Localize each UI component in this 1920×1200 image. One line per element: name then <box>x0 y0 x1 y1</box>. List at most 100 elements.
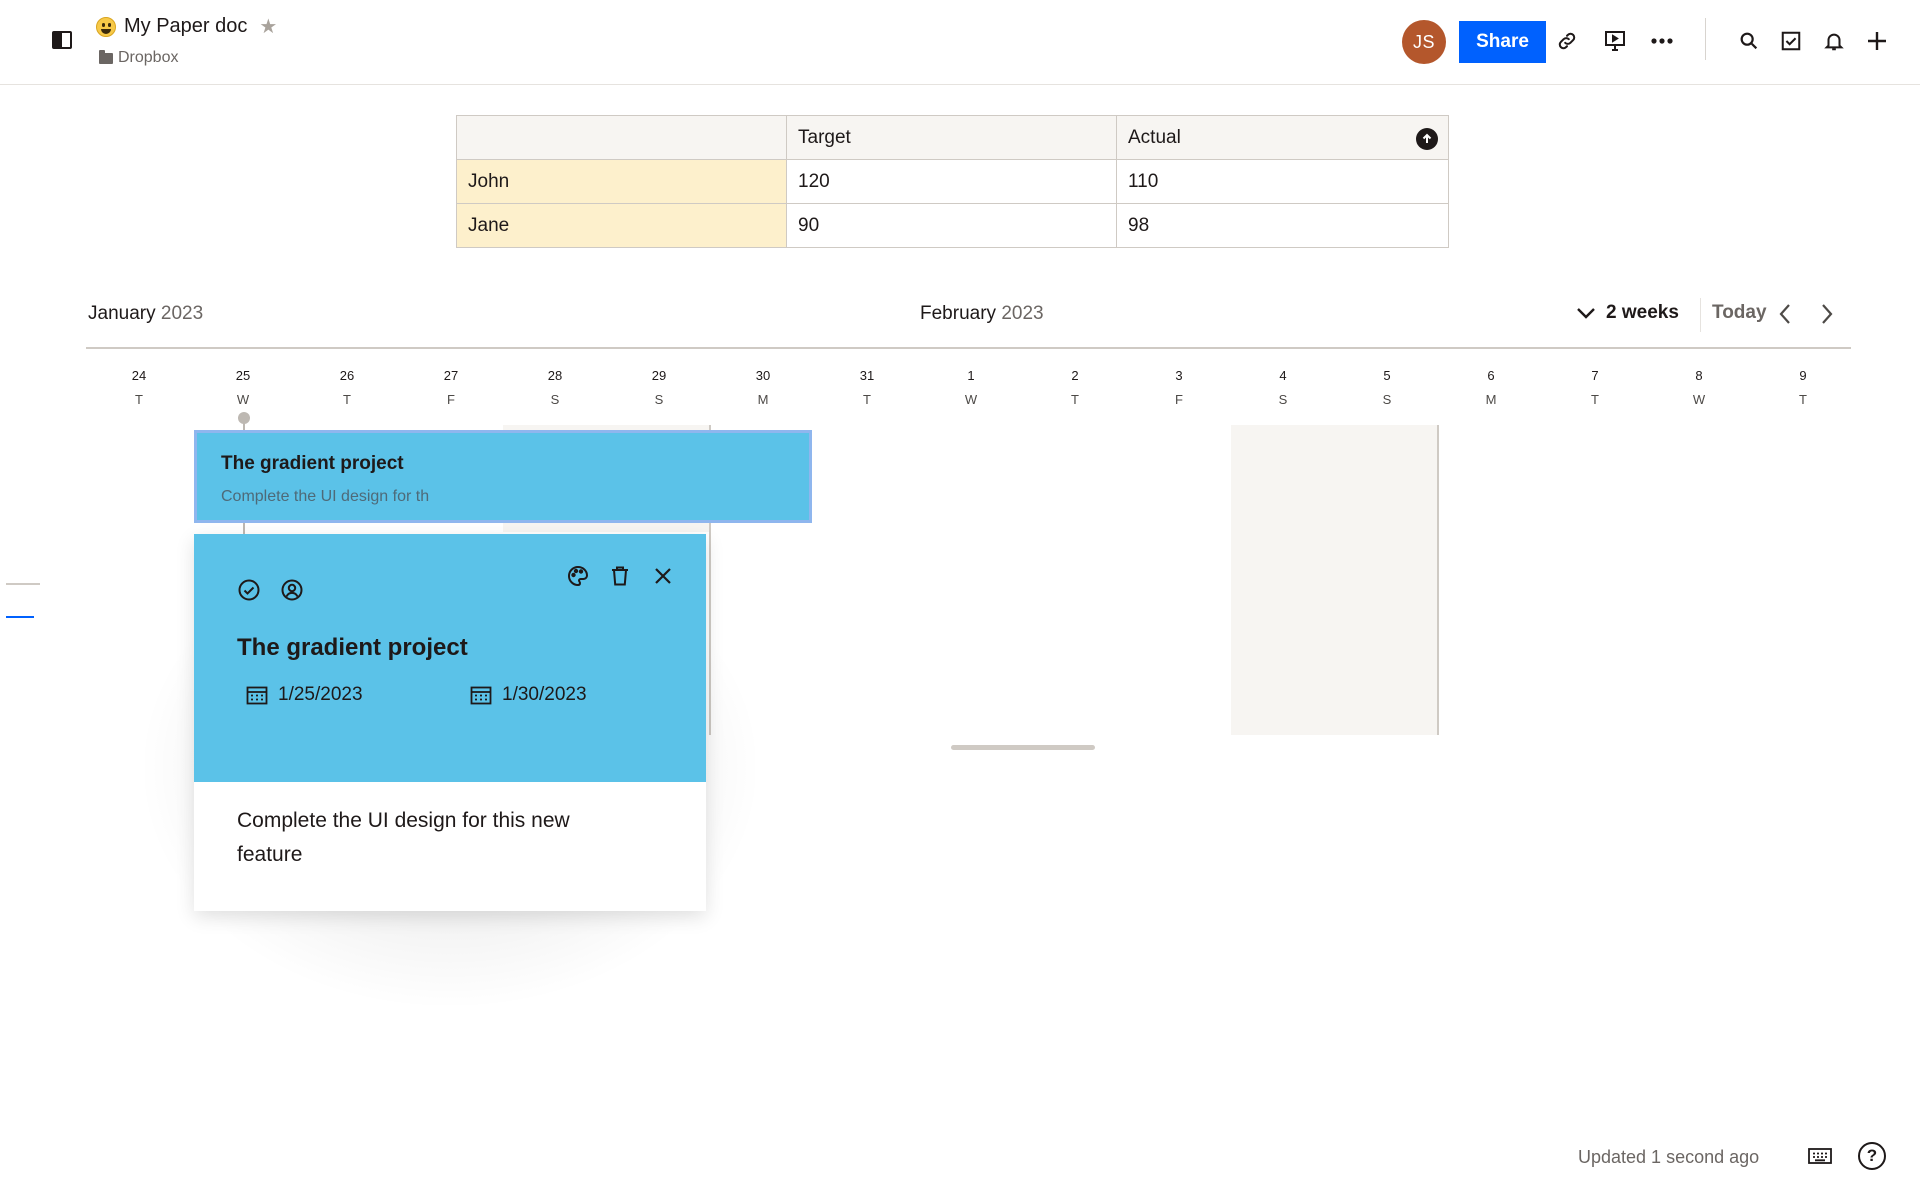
star-icon[interactable]: ★ <box>259 17 277 37</box>
table-header-cell[interactable]: Actual <box>1116 115 1449 160</box>
table-cell[interactable]: Jane <box>456 203 787 248</box>
check-circle-icon[interactable] <box>235 576 263 604</box>
day-number: 9 <box>1799 368 1807 383</box>
task-bar-subtitle: Complete the UI design for th <box>221 488 430 505</box>
update-status: Updated 1 second ago <box>1578 1147 1760 1167</box>
range-divider <box>1700 298 1701 332</box>
day-column[interactable]: 31 T <box>847 368 887 407</box>
table-cell[interactable]: John <box>456 159 787 204</box>
day-number: 3 <box>1175 368 1183 383</box>
day-of-week: F <box>1175 392 1183 407</box>
range-label: 2 weeks <box>1606 302 1679 323</box>
doc-emoji-icon[interactable] <box>96 16 116 37</box>
day-column[interactable]: 6M <box>1471 368 1511 407</box>
day-of-week: S <box>1382 392 1392 407</box>
day-number: 31 <box>859 368 875 383</box>
present-icon[interactable] <box>1600 26 1630 56</box>
day-of-week: S <box>550 392 560 407</box>
trash-icon[interactable] <box>606 562 634 590</box>
grid-line <box>1437 425 1439 735</box>
share-button[interactable]: Share <box>1459 21 1546 63</box>
day-column[interactable]: 26 T <box>327 368 367 407</box>
card-description[interactable]: Complete the UI design for this new feat… <box>237 804 637 872</box>
doc-title[interactable]: My Paper doc <box>124 15 247 38</box>
start-date-value: 1/25/2023 <box>278 684 363 705</box>
task-bar-title: The gradient project <box>221 453 404 474</box>
day-column[interactable]: 4S <box>1263 368 1303 407</box>
day-number: 25 <box>235 368 251 383</box>
palette-icon[interactable] <box>564 562 592 590</box>
timeline-rule <box>86 347 1851 349</box>
day-of-week: M <box>1485 392 1497 407</box>
day-column[interactable]: 9T <box>1783 368 1823 407</box>
day-column[interactable]: 25 W <box>223 368 263 407</box>
table-row: Jane 90 98 <box>456 203 1449 248</box>
tasks-icon[interactable] <box>1776 26 1806 56</box>
task-bar[interactable]: The gradient project Complete the UI des… <box>194 430 812 523</box>
table-header-cell[interactable] <box>456 115 787 160</box>
day-column[interactable]: 29 S <box>639 368 679 407</box>
day-number: 4 <box>1279 368 1287 383</box>
doc-title-row: My Paper doc ★ <box>96 15 277 38</box>
day-of-week: T <box>1799 392 1807 407</box>
day-column[interactable]: 2T <box>1055 368 1095 407</box>
day-of-week: F <box>447 392 455 407</box>
bell-icon[interactable] <box>1819 26 1849 56</box>
today-button[interactable]: Today <box>1712 302 1767 324</box>
search-icon[interactable] <box>1734 26 1764 56</box>
card-title[interactable]: The gradient project <box>237 634 468 662</box>
day-column[interactable]: 7T <box>1575 368 1615 407</box>
outline-marker[interactable] <box>6 583 40 585</box>
sidebar-toggle-icon[interactable] <box>52 31 72 49</box>
table-cell[interactable]: 98 <box>1116 203 1449 248</box>
day-number: 27 <box>443 368 459 383</box>
day-number: 26 <box>339 368 355 383</box>
day-number: 5 <box>1383 368 1391 383</box>
day-of-week: T <box>1071 392 1079 407</box>
outline-marker-active[interactable] <box>6 616 34 618</box>
day-column[interactable]: 1W <box>951 368 991 407</box>
end-date[interactable]: 1/30/2023 <box>470 684 587 706</box>
link-icon[interactable] <box>1552 26 1582 56</box>
more-icon[interactable] <box>1647 26 1677 56</box>
month-year: 2023 <box>1001 303 1044 324</box>
chevron-left-icon[interactable] <box>1778 303 1792 330</box>
day-number: 1 <box>967 368 975 383</box>
table-cell[interactable]: 120 <box>786 159 1117 204</box>
day-number: 29 <box>651 368 667 383</box>
table-cell[interactable]: 90 <box>786 203 1117 248</box>
assignee-icon[interactable] <box>278 576 306 604</box>
day-column[interactable]: 24 T <box>119 368 159 407</box>
close-icon[interactable] <box>649 562 677 590</box>
day-column[interactable]: 5S <box>1367 368 1407 407</box>
sort-up-icon[interactable] <box>1416 128 1438 150</box>
range-selector[interactable]: 2 weeks <box>1576 302 1679 324</box>
day-number: 2 <box>1071 368 1079 383</box>
toolbar-divider <box>1705 18 1706 60</box>
end-date-value: 1/30/2023 <box>502 684 587 705</box>
day-number: 24 <box>131 368 147 383</box>
chevron-right-icon[interactable] <box>1820 303 1834 330</box>
horizontal-scrollbar[interactable] <box>951 745 1095 750</box>
month-name: February <box>920 303 997 324</box>
day-column[interactable]: 30 M <box>743 368 783 407</box>
weekend-shade <box>1231 425 1438 735</box>
day-of-week: W <box>236 392 250 407</box>
table-row: John 120 110 <box>456 159 1449 204</box>
day-column[interactable]: 28 S <box>535 368 575 407</box>
day-column[interactable]: 27 F <box>431 368 471 407</box>
day-of-week: M <box>757 392 769 407</box>
keyboard-icon[interactable] <box>1808 1147 1832 1170</box>
table-header-cell[interactable]: Target <box>786 115 1117 160</box>
add-icon[interactable] <box>1862 26 1892 56</box>
folder-icon <box>99 49 113 64</box>
breadcrumb[interactable]: Dropbox <box>99 49 178 67</box>
avatar[interactable]: JS <box>1402 20 1446 64</box>
table-cell[interactable]: 110 <box>1116 159 1449 204</box>
help-icon[interactable]: ? <box>1858 1142 1886 1170</box>
start-date[interactable]: 1/25/2023 <box>246 684 363 706</box>
table-header-row: Target Actual <box>456 115 1449 160</box>
day-number: 6 <box>1487 368 1495 383</box>
day-column[interactable]: 8W <box>1679 368 1719 407</box>
day-column[interactable]: 3F <box>1159 368 1199 407</box>
